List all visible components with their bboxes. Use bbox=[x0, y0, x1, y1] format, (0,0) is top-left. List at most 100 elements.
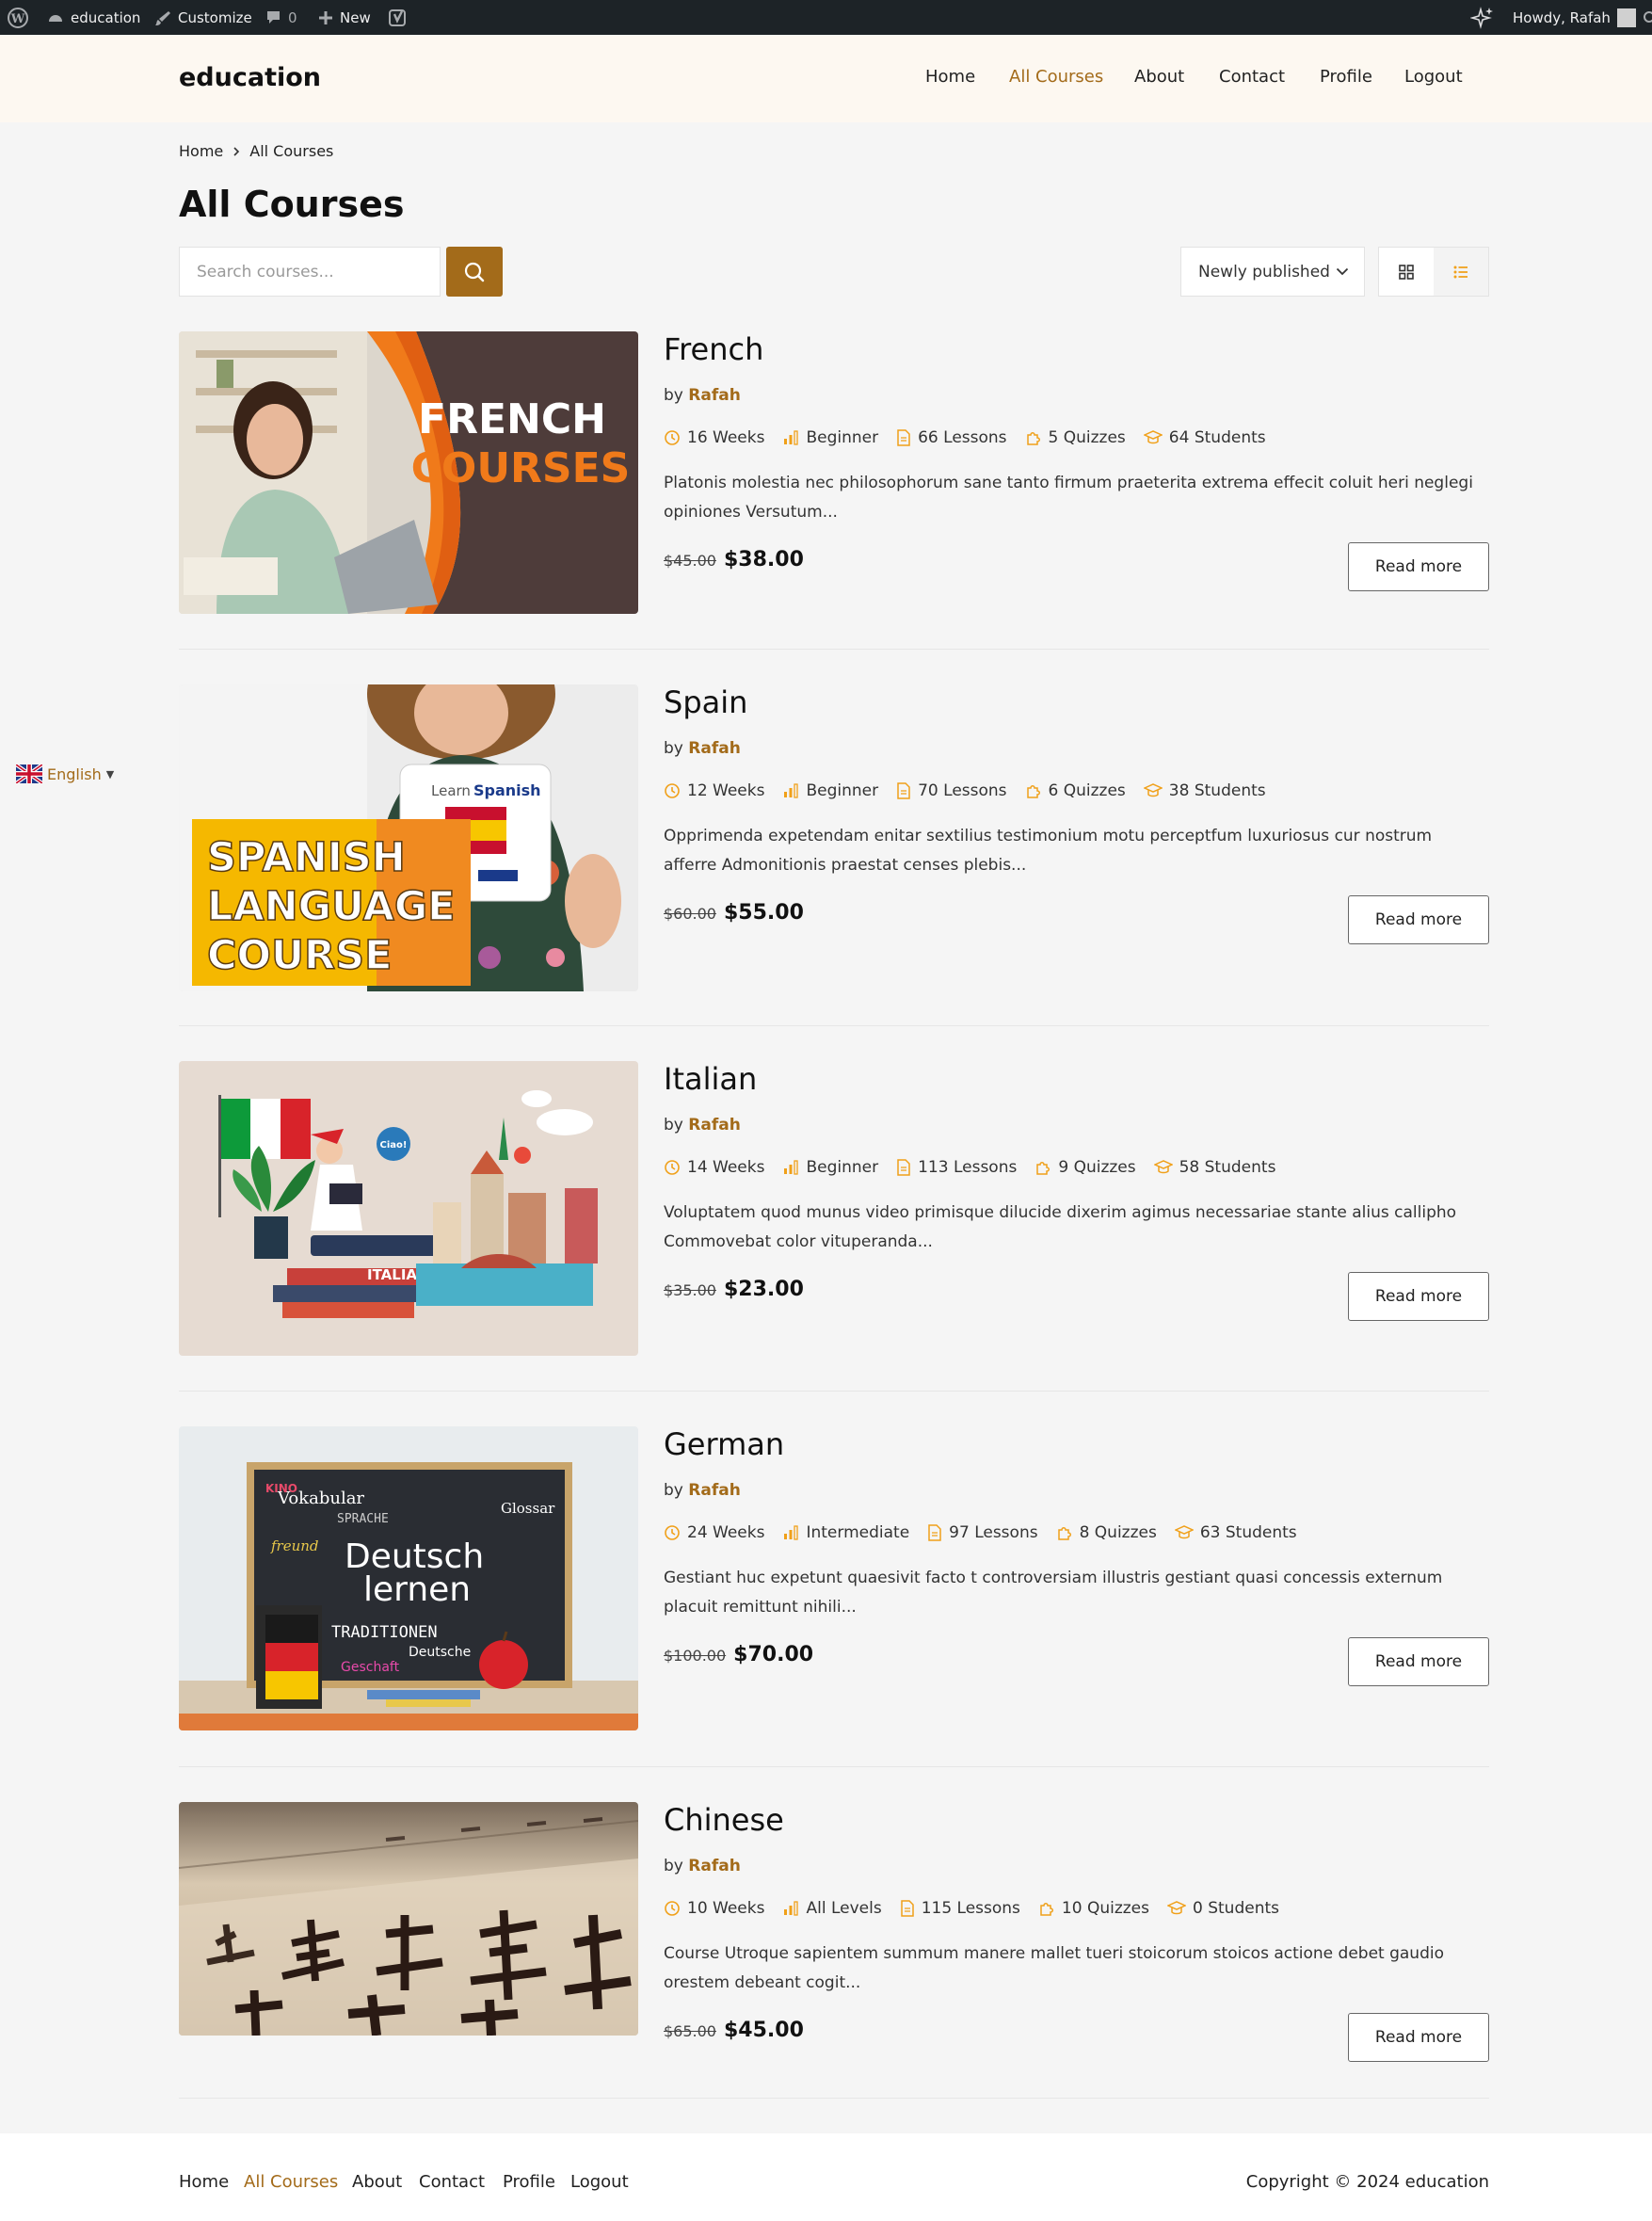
thumbnail-text: LANGUAGE bbox=[207, 883, 456, 930]
clock-icon bbox=[665, 1160, 680, 1175]
course-title[interactable]: Chinese bbox=[664, 1802, 784, 1838]
thumbnail-text: Geschaft bbox=[341, 1660, 400, 1675]
svg-text:W: W bbox=[10, 12, 25, 26]
breadcrumb: Home All Courses bbox=[179, 142, 333, 160]
nav-about[interactable]: About bbox=[1134, 67, 1184, 87]
nav-all-courses[interactable]: All Courses bbox=[1009, 67, 1103, 87]
meta-lessons: 97 Lessons bbox=[927, 1523, 1038, 1542]
footer-link-about[interactable]: About bbox=[352, 2172, 402, 2192]
author-link[interactable]: Rafah bbox=[688, 1481, 741, 1500]
clock-icon bbox=[665, 1901, 680, 1916]
search-input[interactable] bbox=[179, 247, 441, 297]
course-thumbnail[interactable]: ITALIANO Ciao! bbox=[179, 1061, 638, 1356]
course-title[interactable]: Spain bbox=[664, 684, 747, 720]
course-by: by bbox=[664, 1481, 683, 1500]
list-view-button[interactable] bbox=[1434, 248, 1488, 296]
footer-link-all-courses[interactable]: All Courses bbox=[244, 2172, 338, 2192]
breadcrumb-home[interactable]: Home bbox=[179, 142, 223, 160]
course-title[interactable]: Italian bbox=[664, 1061, 757, 1097]
meta-lessons-value: 113 Lessons bbox=[918, 1158, 1018, 1177]
course-thumbnail[interactable]: FRENCH COURSES bbox=[179, 331, 638, 614]
nav-home[interactable]: Home bbox=[925, 67, 975, 87]
admin-howdy: Howdy, Rafah bbox=[1513, 8, 1611, 26]
course-author: by Rafah bbox=[664, 1481, 741, 1500]
graduation-cap-icon bbox=[1143, 783, 1163, 797]
search-icon bbox=[464, 262, 485, 282]
nav-profile[interactable]: Profile bbox=[1320, 67, 1372, 87]
meta-level: Intermediate bbox=[782, 1523, 909, 1542]
site-logo[interactable]: education bbox=[179, 63, 321, 92]
search-button[interactable] bbox=[446, 247, 503, 297]
yoast-icon[interactable] bbox=[389, 0, 408, 35]
footer-link-home[interactable]: Home bbox=[179, 2172, 229, 2192]
author-link[interactable]: Rafah bbox=[688, 1857, 741, 1875]
course-thumbnail[interactable]: Learn Spanish SPANISH LANGUAGE COURSE bbox=[179, 684, 638, 991]
author-link[interactable]: Rafah bbox=[688, 1116, 741, 1135]
puzzle-icon bbox=[1057, 1527, 1071, 1540]
read-more-button[interactable]: Read more bbox=[1348, 2013, 1489, 2062]
sort-select[interactable]: Newly published bbox=[1180, 247, 1365, 297]
course-author: by Rafah bbox=[664, 1116, 741, 1135]
ai-sparkle-icon[interactable] bbox=[1470, 0, 1495, 35]
course-thumbnail[interactable] bbox=[179, 1802, 638, 2036]
graduation-cap-icon bbox=[1153, 1160, 1173, 1174]
admin-customize-link[interactable]: Customize bbox=[154, 0, 252, 35]
course-title[interactable]: German bbox=[664, 1426, 784, 1462]
search-icon[interactable] bbox=[1642, 0, 1652, 35]
old-price: $65.00 bbox=[664, 2022, 716, 2040]
thumbnail-text: Deutsche bbox=[409, 1645, 471, 1660]
course-author: by Rafah bbox=[664, 739, 741, 758]
dashboard-icon bbox=[49, 14, 62, 22]
nav-logout[interactable]: Logout bbox=[1404, 67, 1463, 87]
course-author: by Rafah bbox=[664, 1857, 741, 1875]
level-bars-icon bbox=[784, 783, 799, 798]
course-title[interactable]: French bbox=[664, 331, 763, 367]
document-icon bbox=[928, 1524, 941, 1541]
author-link[interactable]: Rafah bbox=[688, 739, 741, 758]
admin-site-link[interactable]: education bbox=[47, 0, 140, 35]
nav-contact[interactable]: Contact bbox=[1219, 67, 1285, 87]
level-bars-icon bbox=[784, 1160, 799, 1175]
course-meta: 14 Weeks Beginner 113 Lessons 9 Quizzes … bbox=[664, 1158, 1293, 1177]
language-switcher[interactable]: English ▼ bbox=[16, 764, 114, 783]
old-price: $35.00 bbox=[664, 1281, 716, 1299]
course-by: by bbox=[664, 386, 683, 405]
meta-students-value: 0 Students bbox=[1193, 1899, 1279, 1918]
meta-lessons: 66 Lessons bbox=[896, 428, 1007, 447]
clock-icon bbox=[665, 430, 680, 445]
course-thumbnail[interactable]: KINO Vokabular SPRACHE Glossar freund De… bbox=[179, 1426, 638, 1730]
meta-students: 38 Students bbox=[1143, 781, 1266, 800]
course-card: Learn Spanish SPANISH LANGUAGE COURSE Sp… bbox=[179, 684, 1489, 991]
read-more-button[interactable]: Read more bbox=[1348, 1637, 1489, 1686]
thumbnail-text: Glossar bbox=[501, 1500, 555, 1517]
footer-link-contact[interactable]: Contact bbox=[419, 2172, 485, 2192]
read-more-button[interactable]: Read more bbox=[1348, 542, 1489, 591]
thumbnail-text: COURSES bbox=[411, 444, 631, 492]
footer-link-logout[interactable]: Logout bbox=[570, 2172, 629, 2192]
read-more-button[interactable]: Read more bbox=[1348, 895, 1489, 944]
thumbnail-text: freund bbox=[270, 1537, 319, 1554]
read-more-button[interactable]: Read more bbox=[1348, 1272, 1489, 1321]
site-header: education Home All Courses About Contact… bbox=[0, 35, 1652, 122]
meta-quizzes: 9 Quizzes bbox=[1035, 1158, 1136, 1177]
admin-account-menu[interactable]: Howdy, Rafah bbox=[1513, 0, 1636, 35]
admin-comments-link[interactable]: 0 bbox=[265, 0, 297, 35]
admin-new-link[interactable]: New bbox=[318, 0, 371, 35]
sale-price: $38.00 bbox=[723, 548, 804, 571]
course-description: Platonis molestia nec philosophorum sane… bbox=[664, 474, 1473, 522]
meta-lessons-value: 66 Lessons bbox=[918, 428, 1007, 447]
footer-link-profile[interactable]: Profile bbox=[503, 2172, 555, 2192]
meta-quizzes: 10 Quizzes bbox=[1038, 1899, 1149, 1918]
meta-duration-value: 12 Weeks bbox=[687, 781, 765, 800]
grid-view-button[interactable] bbox=[1379, 248, 1434, 296]
meta-lessons: 115 Lessons bbox=[900, 1899, 1020, 1918]
divider bbox=[179, 1391, 1489, 1392]
meta-level: Beginner bbox=[782, 781, 878, 800]
meta-lessons-value: 97 Lessons bbox=[949, 1523, 1038, 1542]
wordpress-logo-icon[interactable]: W bbox=[8, 0, 28, 35]
thumbnail-text: Spanish bbox=[473, 781, 541, 799]
graduation-cap-icon bbox=[1167, 1901, 1186, 1915]
author-link[interactable]: Rafah bbox=[688, 386, 741, 405]
course-meta: 10 Weeks All Levels 115 Lessons 10 Quizz… bbox=[664, 1899, 1297, 1918]
thumbnail-text: Learn bbox=[431, 782, 471, 799]
